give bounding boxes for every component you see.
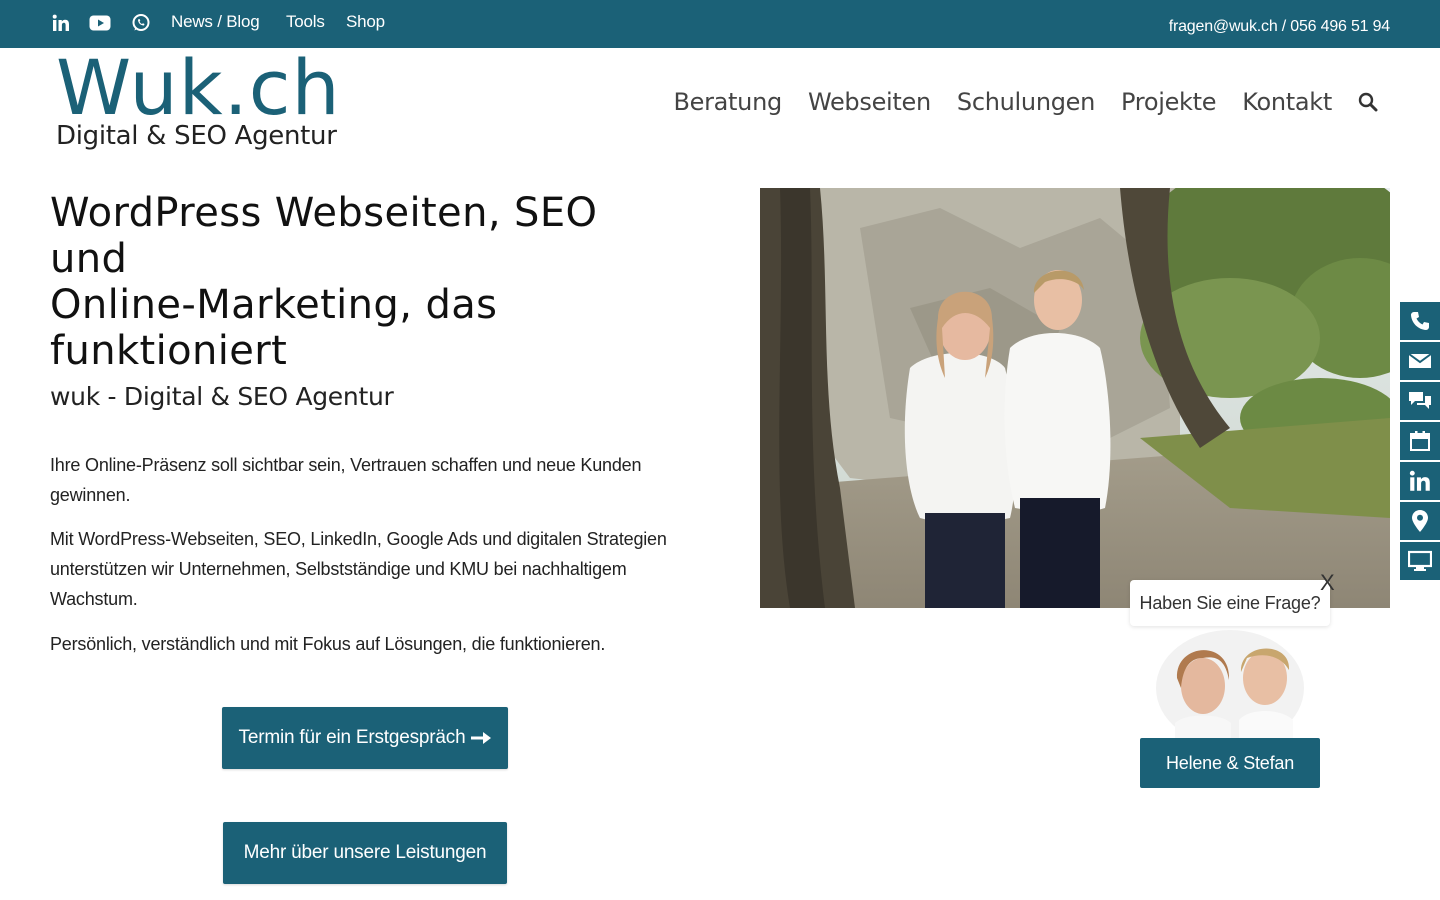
hero-title-line: Online-Marketing, das [50,282,498,328]
chat-icon[interactable] [1398,382,1440,422]
nav-item-projekte[interactable]: Projekte [1121,88,1216,116]
monitor-icon[interactable] [1398,542,1440,582]
arrow-right-icon [471,732,492,744]
book-consultation-label: Termin für ein Erstgespräch [238,727,466,748]
nav-item-webseiten[interactable]: Webseiten [808,88,931,116]
services-paragraph: Mit WordPress-Webseiten, SEO, LinkedIn, … [50,529,667,609]
hero-subtitle: wuk - Digital & SEO Agentur [50,382,394,411]
hero-title: WordPress Webseiten, SEO und Online-Mark… [50,190,670,374]
nav-news-blog[interactable]: News / Blog [171,12,260,32]
youtube-icon[interactable] [89,12,111,34]
search-icon[interactable] [1358,92,1378,112]
hero-title-line: WordPress Webseiten, SEO [50,190,598,236]
calendar-icon[interactable] [1398,422,1440,462]
chat-close-button[interactable]: X [1320,570,1335,596]
book-consultation-button[interactable]: Termin für ein Erstgespräch [222,707,508,769]
intro-paragraph: Ihre Online-Präsenz soll sichtbar sein, … [50,455,642,505]
linkedin-icon[interactable] [50,12,72,34]
linkedin-icon[interactable] [1398,462,1440,502]
hero-title-line: funktioniert [50,328,288,374]
site-logo[interactable]: Wuk.ch Digital & SEO Agentur [56,50,356,154]
services-button[interactable]: Mehr über unsere Leistungen [223,822,507,884]
nav-item-beratung[interactable]: Beratung [673,88,782,116]
phone-icon[interactable] [1398,302,1440,342]
contact-info[interactable]: fragen@wuk.ch / 056 496 51 94 [1169,18,1390,36]
nav-item-kontakt[interactable]: Kontakt [1242,88,1332,116]
location-icon[interactable] [1398,502,1440,542]
main-nav: Beratung Webseiten Schulungen Projekte K… [647,88,1332,116]
logo-mark: Wuk.ch [56,43,341,132]
mail-icon[interactable] [1398,342,1440,382]
chat-question-bubble[interactable]: Haben Sie eine Frage? [1130,580,1330,626]
team-photo [760,188,1390,608]
nav-item-schulungen[interactable]: Schulungen [957,88,1095,116]
nav-tools[interactable]: Tools [286,12,325,32]
chat-open-button[interactable]: Helene & Stefan [1140,738,1320,788]
sticky-contact-bar [1398,302,1440,582]
whatsapp-icon[interactable] [130,12,152,34]
hero-title-line: und [50,236,128,282]
closing-paragraph: Persönlich, verständlich und mit Fokus a… [50,634,606,654]
chat-avatar[interactable] [1155,628,1305,746]
nav-shop[interactable]: Shop [346,12,385,32]
top-bar: News / Blog Tools Shop fragen@wuk.ch / 0… [0,0,1440,48]
logo-tagline: Digital & SEO Agentur [56,121,337,151]
